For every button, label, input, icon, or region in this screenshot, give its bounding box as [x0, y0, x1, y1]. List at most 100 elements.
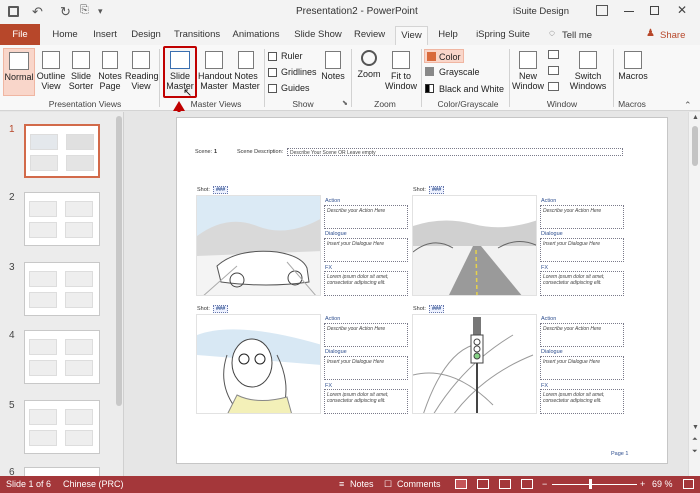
- tab-review[interactable]: Review: [354, 27, 385, 43]
- status-notes-button[interactable]: Notes: [350, 478, 374, 491]
- slide-thumbnail[interactable]: [24, 124, 100, 178]
- reading-view-status-icon[interactable]: [499, 479, 511, 489]
- slide-thumbnail[interactable]: [24, 330, 100, 384]
- storyboard-sketch[interactable]: [412, 195, 537, 296]
- dialog-launcher-icon[interactable]: ⬊: [342, 99, 348, 107]
- user-name[interactable]: iSuite Design: [513, 6, 569, 17]
- quick-access-icon[interactable]: ⎘: [80, 4, 89, 17]
- ruler-checkbox[interactable]: Ruler: [268, 51, 303, 62]
- undo-icon[interactable]: ↶: [32, 4, 43, 20]
- redo-icon[interactable]: ↻: [60, 4, 71, 20]
- road-landscape-sketch: [413, 220, 536, 295]
- tab-animations[interactable]: Animations: [232, 27, 280, 43]
- fit-to-window-button[interactable]: Fit to Window: [384, 48, 418, 96]
- action-field[interactable]: Describe your Action Here: [324, 323, 408, 347]
- tab-slide-show[interactable]: Slide Show: [294, 27, 342, 43]
- tell-me-input[interactable]: Tell me: [562, 30, 592, 41]
- zoom-in-icon[interactable]: +: [640, 478, 645, 491]
- tab-help[interactable]: Help: [436, 27, 460, 43]
- zoom-level[interactable]: 69 %: [652, 478, 673, 491]
- slide-thumbnail[interactable]: [24, 262, 100, 316]
- dialogue-field[interactable]: Insert your Dialogue Here: [540, 356, 624, 380]
- arrange-all-icon[interactable]: [548, 50, 559, 59]
- storyboard-sketch[interactable]: [412, 314, 537, 414]
- zoom-out-icon[interactable]: −: [542, 478, 547, 491]
- collapse-ribbon-icon[interactable]: ⌃: [684, 100, 692, 111]
- handout-master-icon: [205, 51, 223, 69]
- notes-icon-status: ≡: [339, 479, 345, 489]
- slide-thumbnail[interactable]: [24, 192, 100, 246]
- move-split-icon[interactable]: [548, 82, 559, 91]
- sorter-view-status-icon[interactable]: [477, 479, 489, 489]
- notes-button[interactable]: Notes: [318, 48, 348, 96]
- notes-page-button[interactable]: Notes Page: [96, 48, 124, 96]
- next-slide-icon[interactable]: ⏷: [692, 448, 698, 456]
- tab-ispring[interactable]: iSpring Suite 11: [472, 27, 534, 56]
- status-comments-button[interactable]: Comments: [397, 478, 441, 491]
- notes-icon: [325, 51, 341, 69]
- convertible-car-sketch: [197, 196, 320, 295]
- maximize-icon[interactable]: [650, 6, 659, 15]
- ribbon-tabs: File Home Insert Design Transitions Anim…: [0, 24, 700, 56]
- scroll-up-icon[interactable]: ▲: [692, 114, 699, 121]
- tab-design[interactable]: Design: [131, 27, 161, 43]
- zoom-slider-thumb[interactable]: [589, 479, 592, 489]
- scene-description-field[interactable]: Describe Your Scene OR Leave empty: [287, 148, 623, 156]
- reading-view-icon: [132, 51, 150, 69]
- tab-view[interactable]: View: [395, 26, 428, 45]
- color-option[interactable]: Color: [424, 49, 464, 63]
- fit-slide-icon[interactable]: [683, 479, 694, 489]
- slide-thumbnail[interactable]: [24, 467, 100, 476]
- tab-insert[interactable]: Insert: [92, 27, 118, 43]
- storyboard-sketch[interactable]: [196, 314, 321, 414]
- language-indicator[interactable]: Chinese (PRC): [63, 478, 124, 491]
- cascade-icon[interactable]: [548, 66, 559, 75]
- thumb-scrollbar[interactable]: [116, 116, 122, 406]
- fx-field[interactable]: Lorem ipsum dolor sit amet, consectetur …: [324, 271, 408, 296]
- dialogue-field[interactable]: Insert your Dialogue Here: [324, 238, 408, 262]
- handout-master-button[interactable]: Handout Master: [198, 48, 232, 96]
- tab-transitions[interactable]: Transitions: [174, 27, 220, 43]
- fx-field[interactable]: Lorem ipsum dolor sit amet, consectetur …: [540, 389, 624, 414]
- switch-windows-button[interactable]: Switch Windows: [566, 48, 610, 96]
- minimize-icon[interactable]: [624, 11, 634, 12]
- ribbon-display-icon[interactable]: [596, 5, 608, 16]
- close-icon[interactable]: ✕: [677, 3, 687, 17]
- share-button[interactable]: Share: [660, 30, 685, 41]
- scroll-down-icon[interactable]: ▼: [692, 424, 699, 431]
- save-icon[interactable]: [8, 6, 19, 17]
- tab-file[interactable]: File: [0, 24, 40, 45]
- customize-qat-icon[interactable]: ▾: [98, 6, 103, 17]
- traffic-light-sketch: [413, 317, 534, 413]
- reading-view-button[interactable]: Reading View: [125, 48, 159, 96]
- previous-slide-icon[interactable]: ⏶: [692, 436, 698, 444]
- slide-thumbnail[interactable]: [24, 400, 100, 454]
- fx-field[interactable]: Lorem ipsum dolor sit amet, consectetur …: [540, 271, 624, 296]
- outline-view-button[interactable]: Outline View: [36, 48, 66, 96]
- gridlines-checkbox[interactable]: Gridlines: [268, 67, 317, 78]
- macros-button[interactable]: Macros: [617, 48, 649, 96]
- notes-master-button[interactable]: Notes Master: [231, 48, 261, 96]
- storyboard-sketch[interactable]: [196, 195, 321, 296]
- slide-sorter-button[interactable]: Slide Sorter: [67, 48, 95, 96]
- action-field[interactable]: Describe your Action Here: [540, 205, 624, 229]
- slideshow-status-icon[interactable]: [521, 479, 533, 489]
- group-color-grayscale: Color/Grayscale: [437, 99, 499, 109]
- normal-view-status-icon[interactable]: [455, 479, 467, 489]
- group-macros: Macros: [618, 99, 646, 109]
- vertical-scrollbar[interactable]: ▲ ▼ ⏶ ⏷: [688, 112, 700, 476]
- new-window-button[interactable]: New Window: [511, 48, 545, 96]
- slide[interactable]: Scene: 1 Scene Description: Describe You…: [176, 117, 668, 464]
- scroll-thumb[interactable]: [692, 126, 698, 166]
- dialogue-field[interactable]: Insert your Dialogue Here: [324, 356, 408, 380]
- dialogue-field[interactable]: Insert your Dialogue Here: [540, 238, 624, 262]
- tab-home[interactable]: Home: [50, 27, 80, 43]
- fx-field[interactable]: Lorem ipsum dolor sit amet, consectetur …: [324, 389, 408, 414]
- action-field[interactable]: Describe your Action Here: [540, 323, 624, 347]
- normal-button[interactable]: Normal: [3, 48, 35, 96]
- zoom-button[interactable]: Zoom: [355, 48, 383, 96]
- share-icon[interactable]: ♟: [646, 28, 655, 39]
- zoom-slider[interactable]: [552, 484, 637, 485]
- guides-checkbox[interactable]: Guides: [268, 83, 310, 94]
- action-field[interactable]: Describe your Action Here: [324, 205, 408, 229]
